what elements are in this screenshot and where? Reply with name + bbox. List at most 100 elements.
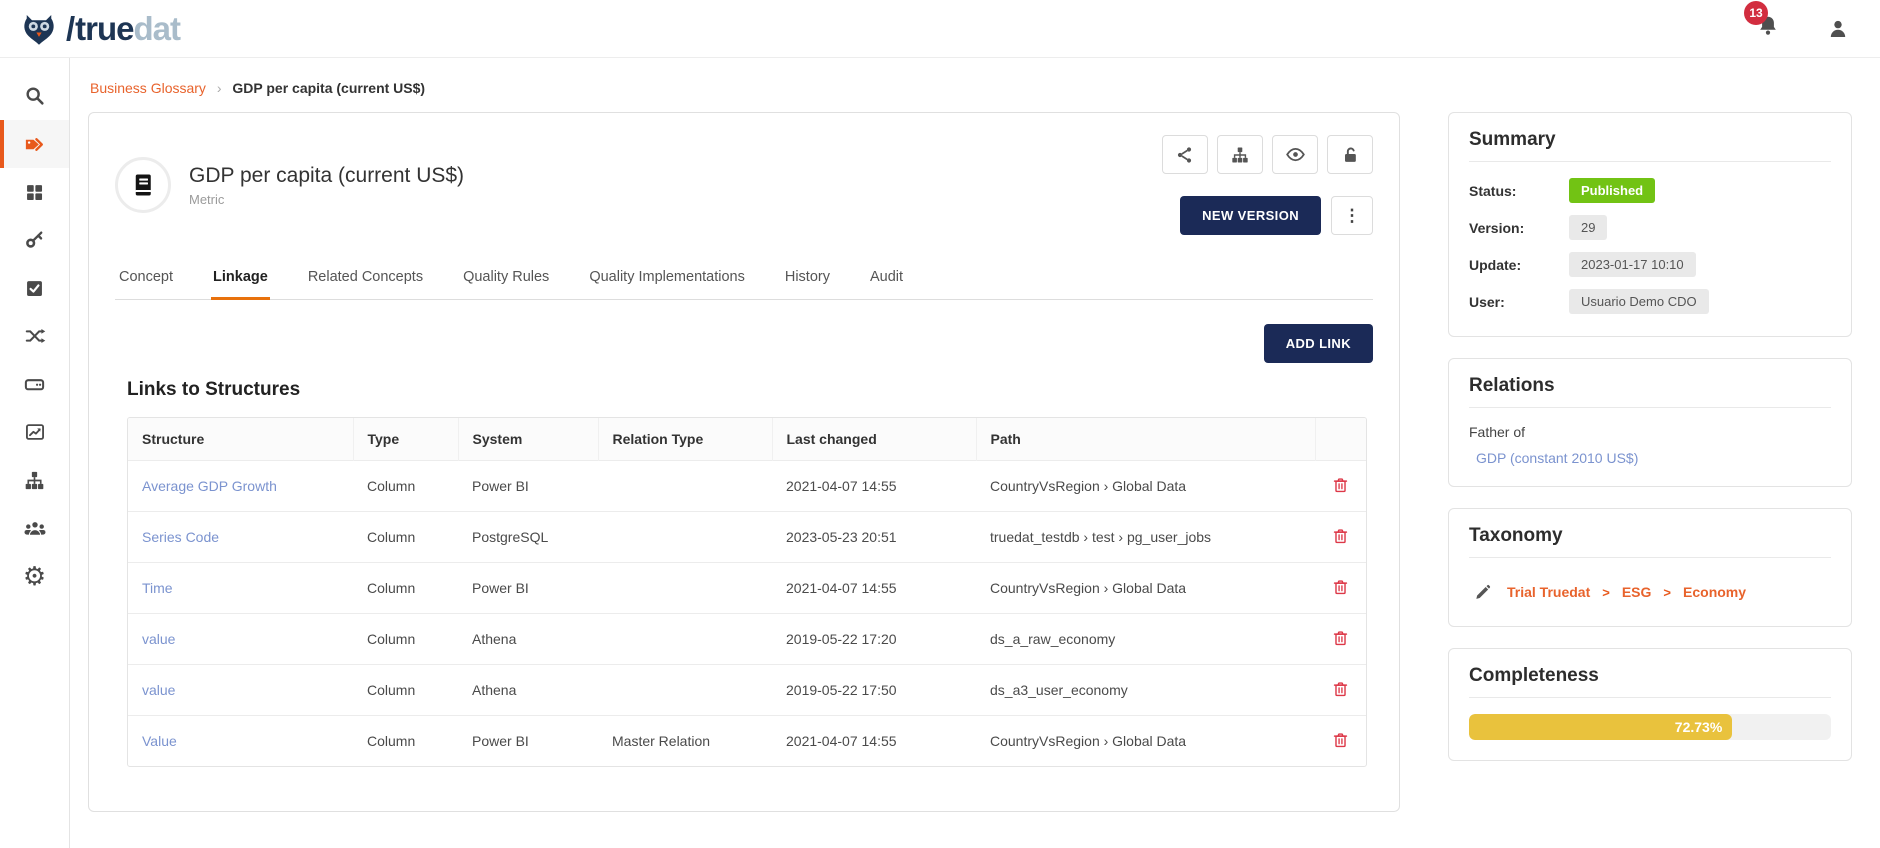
tag-icon — [23, 133, 46, 156]
links-table: StructureTypeSystemRelation TypeLast cha… — [127, 417, 1367, 767]
tab-quality-implementations[interactable]: Quality Implementations — [587, 263, 747, 299]
edit-pencil-icon[interactable] — [1473, 582, 1493, 602]
notifications-badge: 13 — [1744, 1, 1768, 25]
sidebar-item-analytics[interactable] — [0, 408, 69, 456]
share-icon — [1175, 145, 1195, 165]
structure-link[interactable]: Time — [142, 580, 173, 596]
cell-path: CountryVsRegion › Global Data — [976, 716, 1315, 767]
truedat-logo: /truedat — [18, 8, 180, 50]
drive-icon — [23, 373, 46, 396]
sidebar-item-dashboards[interactable] — [0, 168, 69, 216]
top-header: /truedat 13 — [0, 0, 1880, 58]
sidebar-item-lineage[interactable] — [0, 312, 69, 360]
cell-relation-type: Master Relation — [598, 716, 772, 767]
trash-icon — [1331, 629, 1350, 648]
delete-link-button[interactable] — [1329, 627, 1352, 650]
delete-link-button[interactable] — [1329, 474, 1352, 497]
chart-icon — [24, 421, 46, 443]
users-icon — [23, 516, 47, 540]
notifications-button[interactable]: 13 — [1756, 14, 1780, 43]
sitemap-icon — [1230, 145, 1250, 165]
sidebar-item-structures[interactable] — [0, 360, 69, 408]
user-menu-icon[interactable] — [1826, 17, 1850, 41]
new-version-button[interactable]: NEW VERSION — [1180, 196, 1321, 235]
tab-quality-rules[interactable]: Quality Rules — [461, 263, 551, 299]
taxonomy-path: Trial Truedat>ESG>Economy — [1507, 584, 1746, 600]
sidebar-item-search[interactable] — [0, 72, 69, 120]
structure-link[interactable]: Average GDP Growth — [142, 478, 277, 494]
tab-history[interactable]: History — [783, 263, 832, 299]
taxonomy-link-trial-truedat[interactable]: Trial Truedat — [1507, 584, 1590, 600]
cell-path: truedat_testdb › test › pg_user_jobs — [976, 512, 1315, 563]
taxonomy-separator: > — [1663, 585, 1671, 600]
trash-icon — [1331, 527, 1350, 546]
trash-icon — [1331, 578, 1350, 597]
more-actions-button[interactable]: ⋮ — [1331, 196, 1373, 235]
concept-type-label: Metric — [189, 192, 464, 207]
structure-link[interactable]: Series Code — [142, 529, 219, 545]
cell-type: Column — [353, 563, 458, 614]
page-title: GDP per capita (current US$) — [189, 164, 464, 188]
taxonomy-link-esg[interactable]: ESG — [1622, 584, 1652, 600]
relations-title: Relations — [1469, 375, 1831, 408]
cell-system: Power BI — [458, 716, 598, 767]
links-table-body: Average GDP GrowthColumnPower BI2021-04-… — [128, 461, 1366, 767]
table-row: Average GDP GrowthColumnPower BI2021-04-… — [128, 461, 1366, 512]
structure-links-button[interactable] — [1217, 135, 1263, 174]
gear-icon: ⚙ — [23, 563, 46, 589]
sidebar-item-users[interactable] — [0, 504, 69, 552]
breadcrumb-parent[interactable]: Business Glossary — [90, 80, 206, 96]
delete-link-button[interactable] — [1329, 525, 1352, 548]
relation-link[interactable]: GDP (constant 2010 US$) — [1476, 450, 1831, 466]
cell-system: Power BI — [458, 563, 598, 614]
breadcrumb: Business Glossary › GDP per capita (curr… — [90, 80, 1852, 96]
delete-link-button[interactable] — [1329, 729, 1352, 752]
tab-related-concepts[interactable]: Related Concepts — [306, 263, 425, 299]
status-label: Status: — [1469, 183, 1569, 199]
table-row: Series CodeColumnPostgreSQL2023-05-23 20… — [128, 512, 1366, 563]
version-label: Version: — [1469, 220, 1569, 236]
status-badge: Published — [1569, 178, 1655, 203]
cell-type: Column — [353, 512, 458, 563]
sidebar-item-glossary[interactable] — [0, 120, 69, 168]
cell-system: Athena — [458, 614, 598, 665]
tab-concept[interactable]: Concept — [117, 263, 175, 299]
structure-link[interactable]: Value — [142, 733, 177, 749]
sidebar-item-taxonomy[interactable] — [0, 456, 69, 504]
structure-link[interactable]: value — [142, 682, 175, 698]
cell-system: PostgreSQL — [458, 512, 598, 563]
shuffle-icon — [24, 325, 46, 347]
column-header-system: System — [458, 418, 598, 461]
column-header-path: Path — [976, 418, 1315, 461]
cell-relation-type — [598, 512, 772, 563]
cell-last-changed: 2021-04-07 14:55 — [772, 461, 976, 512]
logo-dat: dat — [134, 10, 181, 47]
share-button[interactable] — [1162, 135, 1208, 174]
delete-link-button[interactable] — [1329, 678, 1352, 701]
taxonomy-link-economy[interactable]: Economy — [1683, 584, 1746, 600]
tab-linkage[interactable]: Linkage — [211, 263, 270, 300]
sidebar-item-settings[interactable]: ⚙ — [0, 552, 69, 600]
concept-card: GDP per capita (current US$) Metric — [88, 112, 1400, 812]
links-section-heading: Links to Structures — [127, 379, 1373, 401]
book-icon — [128, 170, 158, 200]
delete-link-button[interactable] — [1329, 576, 1352, 599]
cell-type: Column — [353, 614, 458, 665]
completeness-panel: Completeness 72.73% — [1448, 648, 1852, 761]
cell-relation-type — [598, 665, 772, 716]
structure-link[interactable]: value — [142, 631, 175, 647]
add-link-button[interactable]: ADD LINK — [1264, 324, 1373, 363]
left-sidebar: ⚙ — [0, 58, 70, 848]
watch-button[interactable] — [1272, 135, 1318, 174]
sidebar-item-quality[interactable] — [0, 264, 69, 312]
unlock-button[interactable] — [1327, 135, 1373, 174]
cell-type: Column — [353, 461, 458, 512]
cell-last-changed: 2021-04-07 14:55 — [772, 563, 976, 614]
sidebar-item-permissions[interactable] — [0, 216, 69, 264]
user-badge: Usuario Demo CDO — [1569, 289, 1709, 314]
tab-audit[interactable]: Audit — [868, 263, 905, 299]
user-label: User: — [1469, 294, 1569, 310]
cell-type: Column — [353, 716, 458, 767]
trash-icon — [1331, 476, 1350, 495]
taxonomy-panel: Taxonomy Trial Truedat>ESG>Economy — [1448, 508, 1852, 627]
